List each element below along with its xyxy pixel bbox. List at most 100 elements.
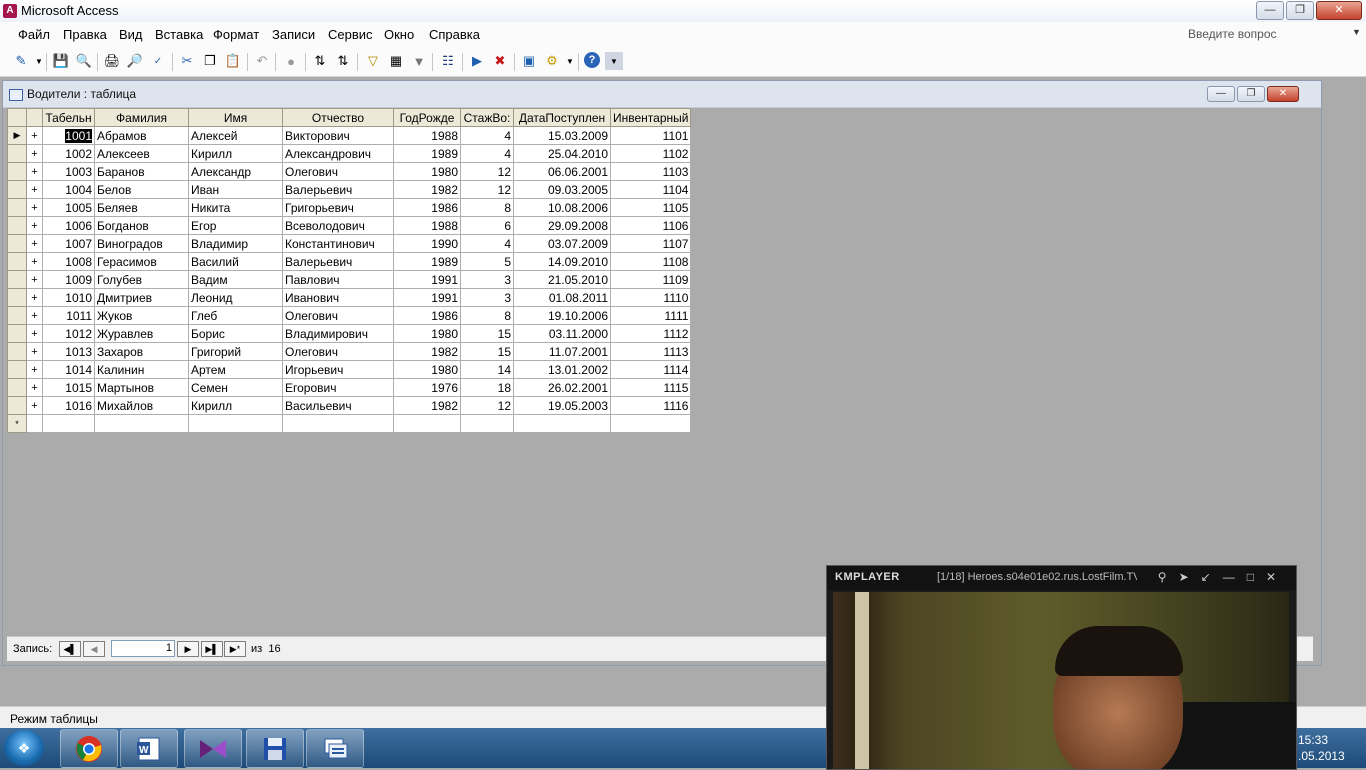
table-cell[interactable]: 15 xyxy=(460,342,514,361)
table-cell[interactable]: 4 xyxy=(460,234,514,253)
table-cell[interactable]: Олегович xyxy=(282,306,394,325)
minimize-button[interactable]: — xyxy=(1256,1,1284,20)
new-object-icon[interactable]: ⚙ xyxy=(543,52,561,70)
table-cell[interactable]: 1980 xyxy=(393,324,461,343)
row-selector[interactable] xyxy=(7,216,27,235)
child-restore-button[interactable]: ❐ xyxy=(1237,86,1265,102)
table-cell[interactable]: 12 xyxy=(460,396,514,415)
table-cell[interactable]: 3 xyxy=(460,288,514,307)
expand-subdatasheet-icon[interactable]: + xyxy=(26,378,43,397)
table-cell[interactable]: Белов xyxy=(94,180,189,199)
table-cell[interactable]: 1002 xyxy=(42,144,95,163)
table-cell[interactable]: Беляев xyxy=(94,198,189,217)
table-cell[interactable]: Григорьевич xyxy=(282,198,394,217)
sort-desc-icon[interactable]: ⇅ xyxy=(334,52,352,70)
table-cell[interactable]: 26.02.2001 xyxy=(513,378,611,397)
table-cell[interactable]: 09.03.2005 xyxy=(513,180,611,199)
row-selector[interactable] xyxy=(7,270,27,289)
menu-records[interactable]: Записи xyxy=(272,27,315,42)
table-cell[interactable]: Журавлев xyxy=(94,324,189,343)
expand-subdatasheet-icon[interactable]: + xyxy=(26,360,43,379)
row-selector[interactable] xyxy=(7,378,27,397)
new-record-button[interactable]: ▶* xyxy=(224,641,246,657)
last-record-button[interactable]: ▶▌ xyxy=(201,641,223,657)
table-cell[interactable]: 15 xyxy=(460,324,514,343)
table-row[interactable]: +1006 Богданов Егор Всеволодович 1988 6 29.09.… xyxy=(7,216,692,235)
table-cell[interactable]: Богданов xyxy=(94,216,189,235)
column-header[interactable]: Имя xyxy=(188,108,283,127)
table-cell[interactable]: Александр xyxy=(188,162,283,181)
access-app-icon[interactable]: A xyxy=(3,4,17,18)
table-cell[interactable] xyxy=(460,414,514,433)
table-cell[interactable]: 1012 xyxy=(42,324,95,343)
menu-file[interactable]: Файл xyxy=(18,27,50,42)
table-cell[interactable]: Дмитриев xyxy=(94,288,189,307)
search-file-icon[interactable]: 🔍 xyxy=(75,52,93,70)
menu-help[interactable]: Справка xyxy=(429,27,480,42)
table-cell[interactable] xyxy=(26,414,43,433)
table-cell[interactable]: 8 xyxy=(460,198,514,217)
row-selector[interactable] xyxy=(7,144,27,163)
table-cell[interactable]: Егорович xyxy=(282,378,394,397)
print-icon[interactable]: 🖨 xyxy=(103,52,121,70)
expand-subdatasheet-icon[interactable]: + xyxy=(26,252,43,271)
table-cell[interactable]: 03.07.2009 xyxy=(513,234,611,253)
table-cell[interactable]: Герасимов xyxy=(94,252,189,271)
restore-button[interactable]: ❐ xyxy=(1286,1,1314,20)
table-cell[interactable]: 1010 xyxy=(42,288,95,307)
menu-tools[interactable]: Сервис xyxy=(328,27,373,42)
table-cell[interactable]: Константинович xyxy=(282,234,394,253)
table-cell[interactable]: Кирилл xyxy=(188,144,283,163)
spelling-icon[interactable]: ✓ xyxy=(149,52,167,70)
table-cell[interactable]: 1990 xyxy=(393,234,461,253)
table-cell[interactable]: 1009 xyxy=(42,270,95,289)
table-row[interactable]: +1016 Михайлов Кирилл Васильевич 1982 12 19.05… xyxy=(7,396,692,415)
expand-subdatasheet-icon[interactable]: + xyxy=(26,288,43,307)
menu-window[interactable]: Окно xyxy=(384,27,414,42)
column-header[interactable]: Инвентарный xyxy=(609,108,692,127)
first-record-button[interactable]: ◀▌ xyxy=(59,641,81,657)
table-row[interactable]: +1010 Дмитриев Леонид Иванович 1991 3 01.08.20… xyxy=(7,288,692,307)
row-selector[interactable] xyxy=(7,396,27,415)
table-cell[interactable]: 1989 xyxy=(393,252,461,271)
row-selector[interactable] xyxy=(7,306,27,325)
table-cell[interactable]: Баранов xyxy=(94,162,189,181)
table-cell[interactable]: Артем xyxy=(188,360,283,379)
new-record-row[interactable]: * xyxy=(7,414,692,433)
table-cell[interactable]: 1006 xyxy=(42,216,95,235)
prev-record-button[interactable]: ◀ xyxy=(83,641,105,657)
table-cell[interactable]: 1108 xyxy=(609,252,692,271)
filter-form-icon[interactable]: ▦ xyxy=(387,52,405,70)
table-cell[interactable]: 1016 xyxy=(42,396,95,415)
table-cell[interactable]: 1101 xyxy=(609,126,692,145)
table-cell[interactable]: 19.05.2003 xyxy=(513,396,611,415)
table-cell[interactable]: Семен xyxy=(188,378,283,397)
table-row[interactable]: +1008 Герасимов Василий Валерьевич 1989 5 14.0… xyxy=(7,252,692,271)
table-cell[interactable]: 19.10.2006 xyxy=(513,306,611,325)
table-cell[interactable]: 1988 xyxy=(393,216,461,235)
table-cell[interactable] xyxy=(609,414,692,433)
column-header[interactable]: ГодРожде xyxy=(393,108,461,127)
new-record-icon[interactable]: ▶ xyxy=(468,52,486,70)
table-cell[interactable]: 1113 xyxy=(609,342,692,361)
row-selector[interactable] xyxy=(7,252,27,271)
table-cell[interactable]: 1112 xyxy=(609,324,692,343)
column-header[interactable]: СтажВо: xyxy=(460,108,514,127)
row-selector[interactable] xyxy=(7,234,27,253)
table-cell[interactable]: 14 xyxy=(460,360,514,379)
table-cell[interactable] xyxy=(188,414,283,433)
hyperlink-icon[interactable]: ● xyxy=(282,52,300,70)
table-cell[interactable] xyxy=(393,414,461,433)
table-row[interactable]: +1012 Журавлев Борис Владимирович 1980 15 03.1… xyxy=(7,324,692,343)
table-cell[interactable]: 4 xyxy=(460,144,514,163)
table-row[interactable]: +1014 Калинин Артем Игорьевич 1980 14 13.01.20… xyxy=(7,360,692,379)
table-row[interactable]: +1003 Баранов Александр Олегович 1980 12 06.06… xyxy=(7,162,692,181)
save-disk-icon[interactable] xyxy=(246,729,304,768)
table-cell[interactable] xyxy=(42,414,95,433)
table-cell[interactable]: Владимирович xyxy=(282,324,394,343)
help-icon[interactable]: ? xyxy=(584,52,600,68)
expand-subdatasheet-icon[interactable]: + xyxy=(26,270,43,289)
table-cell[interactable]: 1982 xyxy=(393,396,461,415)
next-record-button[interactable]: ▶ xyxy=(177,641,199,657)
table-cell[interactable]: 3 xyxy=(460,270,514,289)
